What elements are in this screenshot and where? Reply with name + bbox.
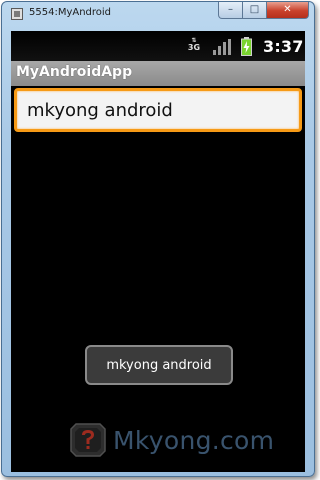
window-controls: – □ ✕ <box>218 2 309 19</box>
action-bar: MyAndroidApp <box>11 61 305 86</box>
network-type-label: 3G <box>187 43 201 52</box>
toast-message: mkyong android <box>85 345 233 385</box>
watermark-text: Mkyong.com <box>113 425 275 455</box>
android-screen: ⇅ 3G 3:37 MyAndroidApp mkyong android mky… <box>11 31 305 472</box>
app-window-icon <box>11 8 23 20</box>
app-title: MyAndroidApp <box>16 64 133 80</box>
mkyong-logo-icon <box>70 423 106 457</box>
window-title: 5554:MyAndroid <box>29 7 112 18</box>
window-titlebar[interactable]: 5554:MyAndroid – □ ✕ <box>2 2 314 26</box>
network-3g-icon: ⇅ 3G <box>187 37 201 52</box>
maximize-button[interactable]: □ <box>243 2 267 19</box>
close-button[interactable]: ✕ <box>267 2 309 19</box>
text-input-field[interactable]: mkyong android <box>14 88 302 132</box>
mkyong-watermark: Mkyong.com <box>69 420 299 460</box>
status-clock: 3:37 <box>263 37 304 56</box>
battery-charging-icon <box>241 37 252 56</box>
minimize-button[interactable]: – <box>218 2 243 19</box>
status-bar: ⇅ 3G 3:37 <box>11 31 305 61</box>
emulator-window: 5554:MyAndroid – □ ✕ ⇅ 3G 3:37 MyAndroid… <box>1 1 315 477</box>
signal-strength-icon <box>213 39 231 55</box>
